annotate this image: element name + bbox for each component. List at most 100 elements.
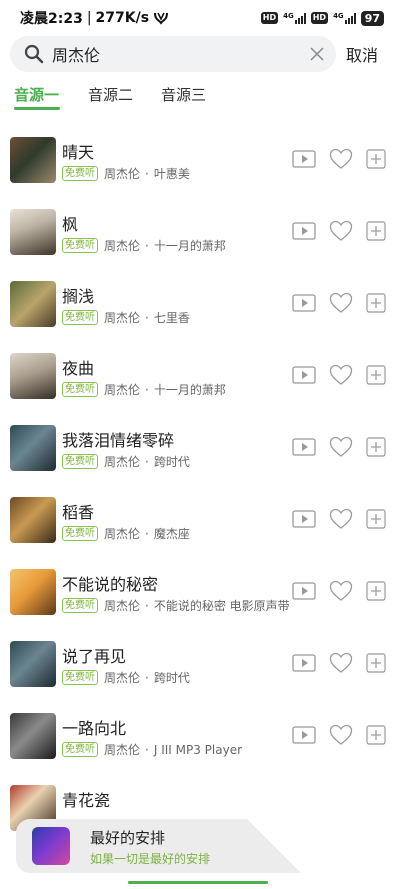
- cancel-button[interactable]: 取消: [346, 42, 378, 66]
- search-input[interactable]: [52, 44, 292, 64]
- album-cover: [10, 497, 56, 543]
- song-meta: 免费听 周杰伦 · 七里香: [62, 309, 190, 326]
- list-item[interactable]: 夜曲 免费听 周杰伦 · 十一月的萧邦: [0, 353, 400, 425]
- mini-player[interactable]: 最好的安排 如果一切是最好的安排: [16, 819, 301, 873]
- source-tabs: 音源一 音源二 音源三: [0, 80, 400, 116]
- home-indicator: [128, 881, 268, 884]
- search-row: 取消: [0, 36, 400, 72]
- album-cover: [10, 137, 56, 183]
- song-title: 我落泪情绪零碎: [62, 431, 175, 450]
- song-meta: 免费听 周杰伦 · 不能说的秘密 电影原声带: [62, 597, 290, 614]
- play-mv-icon[interactable]: [292, 654, 316, 672]
- tab-source-3[interactable]: 音源三: [161, 84, 206, 105]
- clock: 凌晨2:23: [20, 11, 83, 27]
- song-meta: 免费听 周杰伦 · 十一月的萧邦: [62, 237, 226, 254]
- status-left: 凌晨2:23 | 277K/s: [20, 8, 169, 28]
- add-icon[interactable]: [366, 221, 386, 241]
- song-album: 叶惠美: [153, 167, 190, 181]
- add-icon[interactable]: [366, 437, 386, 457]
- add-icon[interactable]: [366, 653, 386, 673]
- list-item[interactable]: 晴天 免费听 周杰伦 · 叶惠美: [0, 137, 400, 209]
- list-item[interactable]: 枫 免费听 周杰伦 · 十一月的萧邦: [0, 209, 400, 281]
- free-badge: 免费听: [62, 526, 98, 541]
- search-box[interactable]: [10, 36, 336, 72]
- heart-icon[interactable]: [329, 652, 353, 674]
- hd-badge-2: HD: [310, 12, 329, 24]
- song-title: 说了再见: [62, 647, 127, 666]
- play-mv-icon[interactable]: [292, 726, 316, 744]
- active-tab-indicator: [14, 107, 60, 110]
- status-bar: 凌晨2:23 | 277K/s HD 4G HD 4G 97: [0, 0, 400, 36]
- song-title: 不能说的秘密: [62, 575, 159, 594]
- song-artist: 周杰伦: [104, 671, 141, 685]
- signal-icon-2: 4G: [333, 12, 356, 24]
- album-cover: [10, 713, 56, 759]
- play-mv-icon[interactable]: [292, 510, 316, 528]
- free-badge: 免费听: [62, 310, 98, 325]
- free-badge: 免费听: [62, 598, 98, 613]
- song-artist: 周杰伦: [104, 599, 141, 613]
- list-item[interactable]: 一路向北 免费听 周杰伦 · J III MP3 Player: [0, 713, 400, 785]
- heart-icon[interactable]: [329, 292, 353, 314]
- add-icon[interactable]: [366, 581, 386, 601]
- album-cover: [10, 353, 56, 399]
- now-playing-subtitle: 如果一切是最好的安排: [90, 852, 211, 866]
- song-artist: 周杰伦: [104, 167, 141, 181]
- song-title: 一路向北: [62, 719, 127, 738]
- song-title: 枫: [62, 215, 79, 234]
- clear-icon[interactable]: [308, 45, 326, 63]
- search-icon: [24, 44, 44, 64]
- list-item[interactable]: 稻香 免费听 周杰伦 · 魔杰座: [0, 497, 400, 569]
- song-meta: 免费听 周杰伦 · 十一月的萧邦: [62, 381, 226, 398]
- song-title: 晴天: [62, 143, 95, 162]
- heart-icon[interactable]: [329, 148, 353, 170]
- play-mv-icon[interactable]: [292, 222, 316, 240]
- song-meta: 免费听 周杰伦 · 跨时代: [62, 453, 190, 470]
- list-item[interactable]: 我落泪情绪零碎 免费听 周杰伦 · 跨时代: [0, 425, 400, 497]
- free-badge: 免费听: [62, 670, 98, 685]
- album-cover: [10, 281, 56, 327]
- song-album: J III MP3 Player: [153, 742, 243, 757]
- free-badge: 免费听: [62, 166, 98, 181]
- add-icon[interactable]: [366, 509, 386, 529]
- list-item[interactable]: 搁浅 免费听 周杰伦 · 七里香: [0, 281, 400, 353]
- song-album: 十一月的萧邦: [153, 239, 226, 253]
- add-icon[interactable]: [366, 365, 386, 385]
- free-badge: 免费听: [62, 454, 98, 469]
- heart-icon[interactable]: [329, 508, 353, 530]
- song-title: 夜曲: [62, 359, 95, 378]
- heart-icon[interactable]: [329, 364, 353, 386]
- song-album: 跨时代: [153, 671, 190, 685]
- heart-icon[interactable]: [329, 580, 353, 602]
- play-mv-icon[interactable]: [292, 582, 316, 600]
- heart-icon[interactable]: [329, 220, 353, 242]
- album-cover: [10, 209, 56, 255]
- add-icon[interactable]: [366, 725, 386, 745]
- battery-indicator: 97: [360, 10, 384, 26]
- now-playing-title: 最好的安排: [90, 829, 166, 847]
- song-title: 稻香: [62, 503, 95, 522]
- list-item[interactable]: 说了再见 免费听 周杰伦 · 跨时代: [0, 641, 400, 713]
- add-icon[interactable]: [366, 149, 386, 169]
- song-artist: 周杰伦: [104, 743, 141, 757]
- song-album: 不能说的秘密 电影原声带: [153, 599, 290, 613]
- heart-icon[interactable]: [329, 724, 353, 746]
- song-title: 青花瓷: [62, 791, 111, 810]
- play-mv-icon[interactable]: [292, 438, 316, 456]
- list-item[interactable]: 不能说的秘密 免费听 周杰伦 · 不能说的秘密 电影原声带: [0, 569, 400, 641]
- add-icon[interactable]: [366, 293, 386, 313]
- tab-source-2[interactable]: 音源二: [88, 84, 133, 105]
- album-cover: [10, 569, 56, 615]
- song-artist: 周杰伦: [104, 383, 141, 397]
- song-meta: 免费听 周杰伦 · 跨时代: [62, 669, 190, 686]
- tab-source-1[interactable]: 音源一: [14, 84, 59, 105]
- play-mv-icon[interactable]: [292, 294, 316, 312]
- album-cover: [10, 641, 56, 687]
- song-album: 跨时代: [153, 455, 190, 469]
- heart-icon[interactable]: [329, 436, 353, 458]
- play-mv-icon[interactable]: [292, 366, 316, 384]
- status-right: HD 4G HD 4G 97: [260, 10, 384, 26]
- play-mv-icon[interactable]: [292, 150, 316, 168]
- divider: |: [86, 10, 92, 26]
- hd-badge: HD: [260, 12, 279, 24]
